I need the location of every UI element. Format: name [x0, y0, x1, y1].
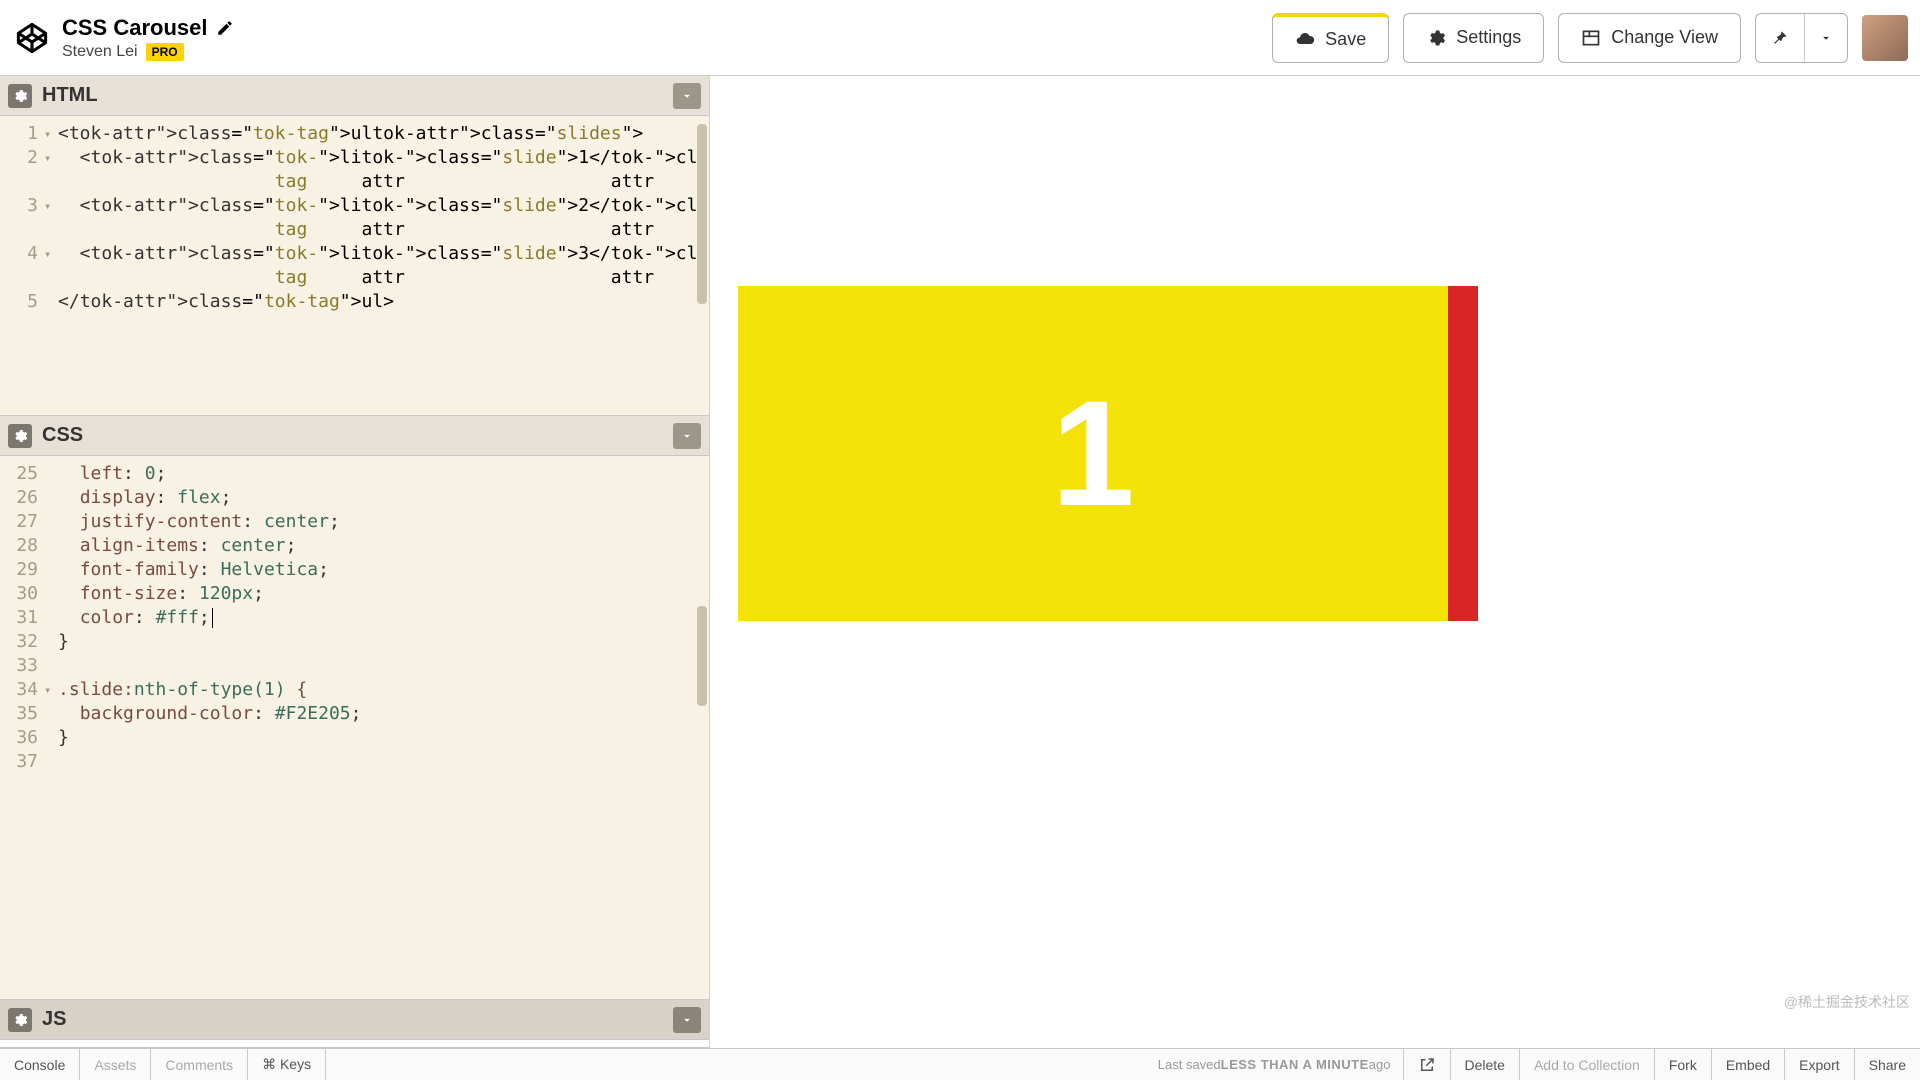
title-block: CSS Carousel Steven Lei PRO	[62, 15, 234, 61]
css-collapse-button[interactable]	[673, 423, 701, 449]
html-collapse-button[interactable]	[673, 83, 701, 109]
css-code-editor[interactable]: 25 left: 0;26 display: flex;27 justify-c…	[0, 456, 709, 999]
console-tab[interactable]: Console	[0, 1049, 80, 1080]
js-panel-title: JS	[42, 1008, 66, 1031]
js-panel: JS	[0, 1000, 709, 1048]
html-settings-button[interactable]	[8, 84, 32, 108]
html-panel: HTML 1▾<tok-attr">class="tok-tag">ul tok…	[0, 76, 709, 416]
settings-label: Settings	[1456, 27, 1521, 48]
gear-icon	[12, 1012, 28, 1028]
chevron-down-icon	[680, 89, 694, 103]
js-settings-button[interactable]	[8, 1008, 32, 1032]
chevron-down-icon	[1819, 31, 1833, 45]
html-panel-title: HTML	[42, 84, 98, 107]
save-status: Last saved LESS THAN A MINUTE ago	[326, 1049, 1402, 1080]
css-panel-header: CSS	[0, 416, 709, 456]
codepen-logo[interactable]	[12, 18, 52, 58]
pro-badge: PRO	[146, 43, 184, 61]
assets-tab[interactable]: Assets	[80, 1049, 151, 1080]
html-code-editor[interactable]: 1▾<tok-attr">class="tok-tag">ul tok-attr…	[0, 116, 709, 415]
share-button[interactable]: Share	[1854, 1049, 1920, 1080]
comments-tab[interactable]: Comments	[151, 1049, 248, 1080]
settings-button[interactable]: Settings	[1403, 13, 1544, 63]
pin-button[interactable]	[1756, 14, 1804, 62]
embed-button[interactable]: Embed	[1711, 1049, 1784, 1080]
html-panel-header: HTML	[0, 76, 709, 116]
pin-button-group	[1755, 13, 1848, 63]
cloud-icon	[1295, 29, 1315, 49]
delete-button[interactable]: Delete	[1450, 1049, 1519, 1080]
export-button[interactable]: Export	[1784, 1049, 1853, 1080]
js-collapse-button[interactable]	[673, 1007, 701, 1033]
chevron-down-icon	[680, 1013, 694, 1027]
change-view-button[interactable]: Change View	[1558, 13, 1741, 63]
css-settings-button[interactable]	[8, 424, 32, 448]
pen-title[interactable]: CSS Carousel	[62, 15, 208, 41]
keys-tab[interactable]: ⌘ Keys	[248, 1049, 326, 1080]
author-name[interactable]: Steven Lei	[62, 43, 138, 61]
change-view-label: Change View	[1611, 27, 1718, 48]
user-avatar[interactable]	[1862, 15, 1908, 61]
gear-icon	[12, 428, 28, 444]
gear-icon	[1426, 28, 1446, 48]
save-label: Save	[1325, 29, 1366, 50]
main-split: HTML 1▾<tok-attr">class="tok-tag">ul tok…	[0, 75, 1920, 1048]
edit-icon[interactable]	[216, 19, 234, 37]
css-panel-title: CSS	[42, 424, 83, 447]
preview-slide-2-peek	[1448, 286, 1478, 621]
external-icon	[1418, 1056, 1436, 1074]
app-header: CSS Carousel Steven Lei PRO Save Setting…	[0, 0, 1920, 75]
preview-pane: 1 @稀土掘金技术社区	[710, 76, 1920, 1048]
editor-column: HTML 1▾<tok-attr">class="tok-tag">ul tok…	[0, 76, 710, 1048]
watermark: @稀土掘金技术社区	[1784, 992, 1910, 1012]
preview-slide-1: 1	[738, 286, 1448, 621]
gear-icon	[12, 88, 28, 104]
css-panel: CSS 25 left: 0;26 display: flex;27 justi…	[0, 416, 709, 1000]
pin-dropdown[interactable]	[1804, 14, 1847, 62]
chevron-down-icon	[680, 429, 694, 443]
layout-icon	[1581, 28, 1601, 48]
footer-bar: Console Assets Comments ⌘ Keys Last save…	[0, 1048, 1920, 1080]
scrollbar-thumb[interactable]	[697, 124, 707, 304]
preview-slide-text: 1	[1051, 367, 1134, 540]
save-button[interactable]: Save	[1272, 13, 1389, 63]
js-panel-header: JS	[0, 1000, 709, 1040]
open-new-button[interactable]	[1403, 1049, 1450, 1080]
pin-icon	[1770, 28, 1790, 48]
scrollbar-thumb[interactable]	[697, 606, 707, 706]
fork-button[interactable]: Fork	[1654, 1049, 1711, 1080]
add-collection-button[interactable]: Add to Collection	[1519, 1049, 1654, 1080]
